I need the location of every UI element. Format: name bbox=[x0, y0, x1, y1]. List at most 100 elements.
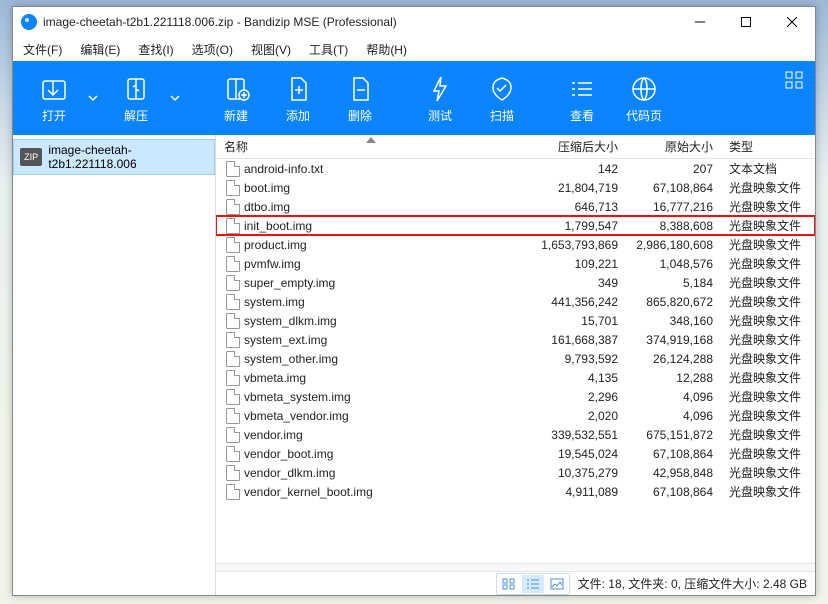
table-row[interactable]: system_ext.img161,668,387374,919,168光盘映象… bbox=[216, 330, 815, 349]
table-row[interactable]: vendor_kernel_boot.img4,911,08967,108,86… bbox=[216, 482, 815, 501]
zip-icon: ZIP bbox=[20, 148, 42, 166]
extract-dropdown[interactable] bbox=[163, 61, 187, 135]
file-compressed-size: 4,911,089 bbox=[531, 485, 626, 499]
table-row[interactable]: system_other.img9,793,59226,124,288光盘映象文… bbox=[216, 349, 815, 368]
file-icon bbox=[226, 161, 240, 177]
file-icon bbox=[226, 218, 240, 234]
file-original-size: 12,288 bbox=[626, 371, 721, 385]
table-row[interactable]: dtbo.img646,71316,777,216光盘映象文件 bbox=[216, 197, 815, 216]
file-icon bbox=[226, 351, 240, 367]
close-button[interactable] bbox=[769, 7, 815, 37]
view-mode-details[interactable] bbox=[522, 575, 544, 593]
table-row[interactable]: product.img 1,653,793,8692,986,180,608光盘映… bbox=[216, 235, 815, 254]
open-dropdown[interactable] bbox=[81, 61, 105, 135]
file-type: 光盘映象文件 bbox=[721, 312, 811, 329]
file-rows: android-info.txt142207文本文档boot.img21,804… bbox=[216, 159, 815, 563]
table-row[interactable]: boot.img21,804,71967,108,864光盘映象文件 bbox=[216, 178, 815, 197]
col-type[interactable]: 类型 bbox=[721, 138, 811, 155]
tree-root-item[interactable]: ZIP image-cheetah-t2b1.221118.006 bbox=[13, 139, 215, 175]
file-compressed-size: 2,296 bbox=[531, 390, 626, 404]
toolbar: 打开 解压 新建 添加 删除 测试 扫描 bbox=[13, 61, 815, 135]
toolbar-scan[interactable]: 扫描 bbox=[471, 61, 533, 135]
table-row[interactable]: system_dlkm.img15,701348,160光盘映象文件 bbox=[216, 311, 815, 330]
file-original-size: 8,388,608 bbox=[626, 219, 721, 233]
menu-help[interactable]: 帮助(H) bbox=[366, 41, 407, 58]
menu-view[interactable]: 视图(V) bbox=[251, 41, 291, 58]
col-original[interactable]: 原始大小 bbox=[626, 138, 721, 155]
file-compressed-size: 441,356,242 bbox=[531, 295, 626, 309]
minimize-button[interactable] bbox=[677, 7, 723, 37]
file-original-size: 67,108,864 bbox=[626, 485, 721, 499]
file-compressed-size: 349 bbox=[531, 276, 626, 290]
file-original-size: 42,958,848 bbox=[626, 466, 721, 480]
new-icon bbox=[220, 73, 252, 105]
table-row[interactable]: pvmfw.img109,2211,048,576光盘映象文件 bbox=[216, 254, 815, 273]
toolbar-new[interactable]: 新建 bbox=[205, 61, 267, 135]
file-icon bbox=[226, 256, 240, 272]
file-compressed-size: 161,668,387 bbox=[531, 333, 626, 347]
toolbar-test[interactable]: 测试 bbox=[409, 61, 471, 135]
file-name: system.img bbox=[244, 295, 305, 309]
view-mode-switch bbox=[496, 573, 570, 595]
file-type: 光盘映象文件 bbox=[721, 198, 811, 215]
table-row[interactable]: vendor.img339,532,551675,151,872光盘映象文件 bbox=[216, 425, 815, 444]
table-row[interactable]: vendor_boot.img19,545,02467,108,864光盘映象文… bbox=[216, 444, 815, 463]
scan-icon bbox=[486, 73, 518, 105]
file-original-size: 2,986,180,608 bbox=[626, 238, 721, 252]
toolbar-view[interactable]: 查看 bbox=[551, 61, 613, 135]
menu-tools[interactable]: 工具(T) bbox=[309, 41, 348, 58]
table-row[interactable]: init_boot.img1,799,5478,388,608光盘映象文件 bbox=[216, 216, 815, 235]
file-original-size: 374,919,168 bbox=[626, 333, 721, 347]
file-icon bbox=[226, 237, 240, 253]
file-type: 文本文档 bbox=[721, 160, 811, 177]
file-type: 光盘映象文件 bbox=[721, 179, 811, 196]
window-title: image-cheetah-t2b1.221118.006.zip - Band… bbox=[43, 15, 677, 29]
table-row[interactable]: vendor_dlkm.img10,375,27942,958,848光盘映象文… bbox=[216, 463, 815, 482]
table-row[interactable]: android-info.txt142207文本文档 bbox=[216, 159, 815, 178]
layout-toggle-icon[interactable] bbox=[785, 71, 803, 92]
table-row[interactable]: vbmeta.img4,13512,288光盘映象文件 bbox=[216, 368, 815, 387]
file-type: 光盘映象文件 bbox=[721, 217, 811, 234]
file-compressed-size: 10,375,279 bbox=[531, 466, 626, 480]
file-compressed-size: 1,653,793,869 bbox=[531, 238, 626, 252]
file-icon bbox=[226, 427, 240, 443]
file-original-size: 16,777,216 bbox=[626, 200, 721, 214]
table-row[interactable]: vbmeta_system.img2,2964,096光盘映象文件 bbox=[216, 387, 815, 406]
menu-options[interactable]: 选项(O) bbox=[192, 41, 233, 58]
file-name: vbmeta.img bbox=[244, 371, 306, 385]
file-type: 光盘映象文件 bbox=[721, 388, 811, 405]
file-compressed-size: 21,804,719 bbox=[531, 181, 626, 195]
add-icon bbox=[282, 73, 314, 105]
open-icon bbox=[38, 73, 70, 105]
file-compressed-size: 109,221 bbox=[531, 257, 626, 271]
table-row[interactable]: super_empty.img3495,184光盘映象文件 bbox=[216, 273, 815, 292]
table-row[interactable]: vbmeta_vendor.img2,0204,096光盘映象文件 bbox=[216, 406, 815, 425]
extract-icon bbox=[120, 73, 152, 105]
file-type: 光盘映象文件 bbox=[721, 426, 811, 443]
file-type: 光盘映象文件 bbox=[721, 369, 811, 386]
sort-indicator-icon bbox=[366, 137, 376, 143]
view-mode-preview[interactable] bbox=[546, 575, 568, 593]
view-mode-icons[interactable] bbox=[498, 575, 520, 593]
menu-find[interactable]: 查找(I) bbox=[138, 41, 173, 58]
file-name: product.img bbox=[244, 238, 307, 252]
menu-file[interactable]: 文件(F) bbox=[23, 41, 62, 58]
file-type: 光盘映象文件 bbox=[721, 293, 811, 310]
title-bar[interactable]: image-cheetah-t2b1.221118.006.zip - Band… bbox=[13, 7, 815, 37]
toolbar-delete[interactable]: 删除 bbox=[329, 61, 391, 135]
toolbar-add[interactable]: 添加 bbox=[267, 61, 329, 135]
file-type: 光盘映象文件 bbox=[721, 236, 811, 253]
maximize-button[interactable] bbox=[723, 7, 769, 37]
file-compressed-size: 2,020 bbox=[531, 409, 626, 423]
col-compressed[interactable]: 压缩后大小 bbox=[531, 138, 626, 155]
table-row[interactable]: system.img441,356,242865,820,672光盘映象文件 bbox=[216, 292, 815, 311]
file-original-size: 348,160 bbox=[626, 314, 721, 328]
toolbar-codepage[interactable]: 代码页 bbox=[613, 61, 675, 135]
folder-tree[interactable]: ZIP image-cheetah-t2b1.221118.006 bbox=[13, 135, 216, 595]
file-icon bbox=[226, 275, 240, 291]
toolbar-extract[interactable]: 解压 bbox=[105, 61, 167, 135]
file-compressed-size: 1,799,547 bbox=[531, 219, 626, 233]
toolbar-open[interactable]: 打开 bbox=[23, 61, 85, 135]
menu-edit[interactable]: 编辑(E) bbox=[80, 41, 120, 58]
file-name: vendor_boot.img bbox=[244, 447, 333, 461]
